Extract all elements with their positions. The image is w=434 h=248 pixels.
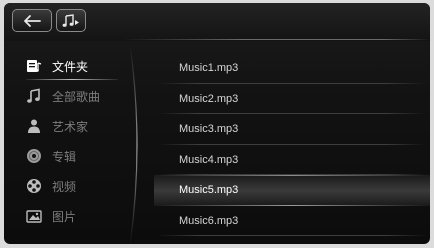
sidebar-item-label: 文件夹 [52,59,89,74]
curved-divider [129,45,138,244]
sidebar-item-album[interactable]: 专辑 [4,141,134,171]
sidebar-item-label: 专辑 [52,149,77,164]
sidebar-item-label: 视频 [52,179,77,194]
film-reel-icon [26,178,42,194]
back-button[interactable] [12,9,52,32]
file-name: Music1.mp3 [179,62,239,75]
sidebar-item-label: 全部歌曲 [52,89,101,104]
sidebar-item-picture[interactable]: 图片 [4,201,134,231]
music-note-icon [26,88,42,104]
file-name: Music4.mp3 [179,153,239,166]
sidebar-item-label: 艺术家 [52,119,89,134]
file-name: Music3.mp3 [179,123,239,136]
top-toolbar [4,3,430,41]
sidebar-item-folder[interactable]: 文件夹 [4,51,134,81]
folder-music-icon [26,58,42,74]
file-row-selected[interactable]: Music5.mp3 [154,175,430,206]
now-playing-button[interactable] [56,9,86,32]
media-player-screen: 文件夹 全部歌曲 艺术家 专辑 视频 图片 Music1.mp3 Music2.… [4,3,430,244]
picture-icon [26,208,42,224]
arrow-left-icon [22,14,42,28]
file-row[interactable]: Music3.mp3 [154,114,430,145]
sidebar-item-artist[interactable]: 艺术家 [4,111,134,141]
sidebar-item-label: 图片 [52,209,77,224]
sidebar-item-all-songs[interactable]: 全部歌曲 [4,81,134,111]
sidebar-item-video[interactable]: 视频 [4,171,134,201]
file-list: Music1.mp3 Music2.mp3 Music3.mp3 Music4.… [154,53,430,236]
file-name: Music2.mp3 [179,92,239,105]
file-name: Music5.mp3 [179,184,239,197]
category-sidebar: 文件夹 全部歌曲 艺术家 专辑 视频 图片 [4,51,134,231]
music-note-play-icon [62,13,80,28]
file-name: Music6.mp3 [179,214,239,227]
file-row[interactable]: Music2.mp3 [154,84,430,115]
toolbar-divider [122,39,430,40]
person-icon [26,118,42,134]
disc-icon [26,148,42,164]
file-row[interactable]: Music4.mp3 [154,145,430,176]
file-row[interactable]: Music6.mp3 [154,206,430,237]
file-row[interactable]: Music1.mp3 [154,53,430,84]
